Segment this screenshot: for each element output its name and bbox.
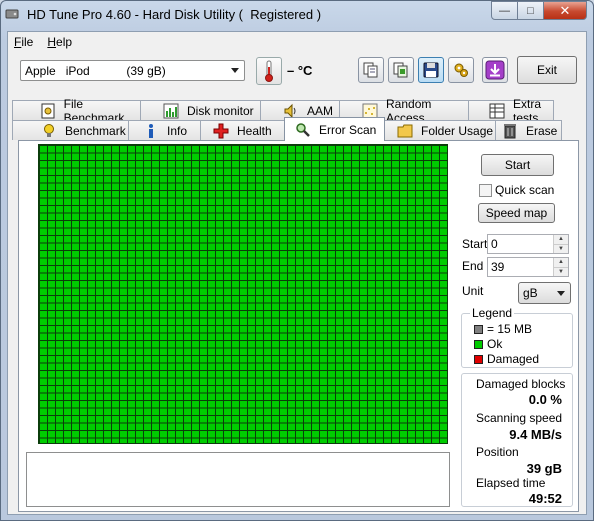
gears-icon [454,63,468,77]
unit-label: Unit [462,284,484,298]
lightbulb-icon [41,123,57,139]
quick-scan-checkbox[interactable] [479,183,492,197]
spin-up-icon[interactable]: ▲ [554,258,568,268]
menu-file[interactable]: File [14,35,33,49]
unit-select[interactable]: gB [518,282,571,304]
copy-screenshot-button[interactable] [388,57,414,83]
info-icon [143,123,159,139]
elapsed-time-value: 49:52 [528,491,562,506]
position-label: Position [476,445,519,459]
file-benchmark-icon [41,103,56,119]
red-cross-icon [213,123,229,139]
end-field-value: 39 [491,260,505,274]
save-button[interactable] [418,57,444,83]
damaged-blocks-label: Damaged blocks [476,377,566,391]
tab-erase[interactable]: Erase [495,120,562,140]
end-label: End [462,259,484,273]
red-block-swatch [474,354,483,364]
tabs-top-row: File Benchmark Disk monitor AAM Random A… [12,97,554,125]
exit-button[interactable]: Exit [517,56,577,84]
spin-down-icon[interactable]: ▼ [554,267,568,276]
floppy-disk-icon [423,62,439,78]
download-button[interactable] [482,57,508,83]
client-area: File Help Apple iPod (39 gB) – °C Exit F… [7,31,587,515]
toolbar: Apple iPod (39 gB) – °C Exit [8,53,586,91]
window-title: HD Tune Pro 4.60 - Hard Disk Utility ( R… [27,7,322,22]
menu-help[interactable]: Help [47,35,72,49]
unit-select-value: gB [523,286,538,300]
end-field[interactable]: 39 ▲ ▼ [487,257,569,277]
error-scan-panel: Start Quick scan Speed map Start 0 ▲ ▼ En… [18,140,579,512]
temperature-readout: – °C [287,63,313,78]
start-label: Start [462,237,488,251]
chevron-down-icon [557,291,565,296]
options-button[interactable] [448,57,474,83]
position-value: 39 gB [526,461,562,476]
elapsed-time-label: Elapsed time [476,476,546,490]
start-field-value: 0 [491,237,498,251]
drive-select[interactable]: Apple iPod (39 gB) [20,60,245,81]
start-field[interactable]: 0 ▲ ▼ [487,234,569,254]
start-button[interactable]: Start [481,154,554,176]
magnifier-icon [295,122,311,138]
scanning-speed-value: 9.4 MB/s [509,427,562,442]
legend-ok: Ok [474,337,502,351]
download-arrow-icon [485,60,505,80]
legend-box: Legend = 15 MB Ok Damaged [461,306,573,368]
scan-log-box[interactable] [26,452,450,507]
green-block-swatch [474,339,483,349]
drive-select-value: Apple iPod (39 gB) [25,63,166,78]
tab-benchmark[interactable]: Benchmark [12,120,129,140]
folder-icon [397,123,413,139]
bar-chart-icon [163,103,179,119]
tab-disk-monitor[interactable]: Disk monitor [140,100,261,120]
tab-error-scan[interactable]: Error Scan [284,117,385,141]
app-window: HD Tune Pro 4.60 - Hard Disk Utility ( R… [0,0,594,521]
tab-folder-usage[interactable]: Folder Usage [384,120,496,140]
legend-block-size: = 15 MB [474,322,532,336]
tab-extra-tests[interactable]: Extra tests [468,97,554,125]
temperature-button[interactable] [256,57,282,85]
trash-bin-icon [502,123,518,139]
scan-block-grid [38,144,448,444]
copy-icon [363,62,378,78]
quick-scan-label: Quick scan [495,183,555,197]
menu-bar: File Help [8,32,586,52]
maximize-button[interactable]: □ [517,1,544,20]
gray-block-swatch [474,324,483,334]
tabs-bottom-row: Benchmark Info Health Error Scan Folder … [12,117,562,141]
thermometer-icon [265,60,273,82]
close-button[interactable]: ✕ [543,1,587,20]
speed-map-button[interactable]: Speed map [478,203,555,223]
spin-up-icon[interactable]: ▲ [554,235,568,245]
copy-text-button[interactable] [358,57,384,83]
copy-screenshot-icon [393,62,408,78]
spin-down-icon[interactable]: ▼ [554,244,568,253]
scanning-speed-label: Scanning speed [476,411,563,425]
damaged-blocks-value: 0.0 % [528,392,562,407]
title-bar[interactable]: HD Tune Pro 4.60 - Hard Disk Utility ( R… [1,1,593,31]
legend-title: Legend [470,306,515,320]
tab-health[interactable]: Health [200,120,285,140]
table-icon [489,103,505,119]
tab-file-benchmark[interactable]: File Benchmark [12,97,141,125]
minimize-button[interactable]: — [491,1,518,20]
chevron-down-icon [231,68,239,73]
quick-scan-option[interactable]: Quick scan [479,183,554,197]
stats-box: Damaged blocks 0.0 % Scanning speed 9.4 … [461,373,573,507]
disk-app-icon [5,7,19,21]
tab-info[interactable]: Info [128,120,201,140]
legend-damaged: Damaged [474,352,539,366]
